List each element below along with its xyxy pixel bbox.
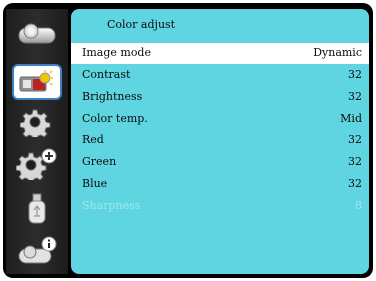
menu-item-label: Color temp. (82, 112, 148, 125)
sidebar-item-projector[interactable] (15, 18, 59, 48)
panel-header: Color adjust (71, 9, 369, 40)
menu-item-value: 8 (355, 199, 362, 212)
sidebar-item-memory-viewer[interactable] (15, 193, 59, 224)
menu-item-label: Image mode (82, 46, 151, 59)
menu-item-red[interactable]: Red 32 (71, 130, 369, 151)
sidebar (6, 9, 68, 274)
menu-item-label: Red (82, 133, 104, 146)
menu-item-green[interactable]: Green 32 (71, 152, 369, 173)
panel-title: Color adjust (107, 18, 176, 31)
gear-icon (20, 109, 51, 137)
menu-item-value: 32 (348, 90, 362, 103)
info-projector-icon (18, 236, 57, 264)
menu-item-brightness[interactable]: Brightness 32 (71, 87, 369, 108)
menu-item-color-temp[interactable]: Color temp. Mid (71, 109, 369, 130)
menu-item-label: Brightness (82, 90, 143, 103)
picture-adjust-icon (19, 70, 53, 92)
usb-icon (28, 193, 46, 224)
menu-item-blue[interactable]: Blue 32 (71, 174, 369, 195)
color-adjust-panel: Color adjust Image mode Dynamic Contrast… (71, 9, 369, 274)
menu-item-value: 32 (348, 133, 362, 146)
menu-item-contrast[interactable]: Contrast 32 (71, 65, 369, 86)
osd-frame: Color adjust Image mode Dynamic Contrast… (3, 3, 373, 278)
sidebar-item-picture[interactable] (12, 64, 62, 100)
menu-item-value: 32 (348, 177, 362, 190)
sidebar-item-expanded-setting[interactable] (15, 148, 59, 180)
projector-icon (18, 23, 56, 44)
menu-item-value: 32 (348, 155, 362, 168)
menu-item-value: Dynamic (313, 46, 362, 59)
menu-item-value: 32 (348, 68, 362, 81)
advanced-gear-icon (16, 148, 57, 180)
menu-item-label: Green (82, 155, 117, 168)
menu-item-label: Contrast (82, 68, 131, 81)
sidebar-item-information[interactable] (15, 236, 59, 266)
menu-item-sharpness: Sharpness 8 (71, 196, 369, 217)
menu-item-value: Mid (340, 112, 362, 125)
sidebar-item-setting[interactable] (15, 107, 59, 137)
menu-item-label: Sharpness (82, 199, 141, 212)
menu-item-image-mode[interactable]: Image mode Dynamic (71, 43, 369, 64)
menu-item-label: Blue (82, 177, 108, 190)
